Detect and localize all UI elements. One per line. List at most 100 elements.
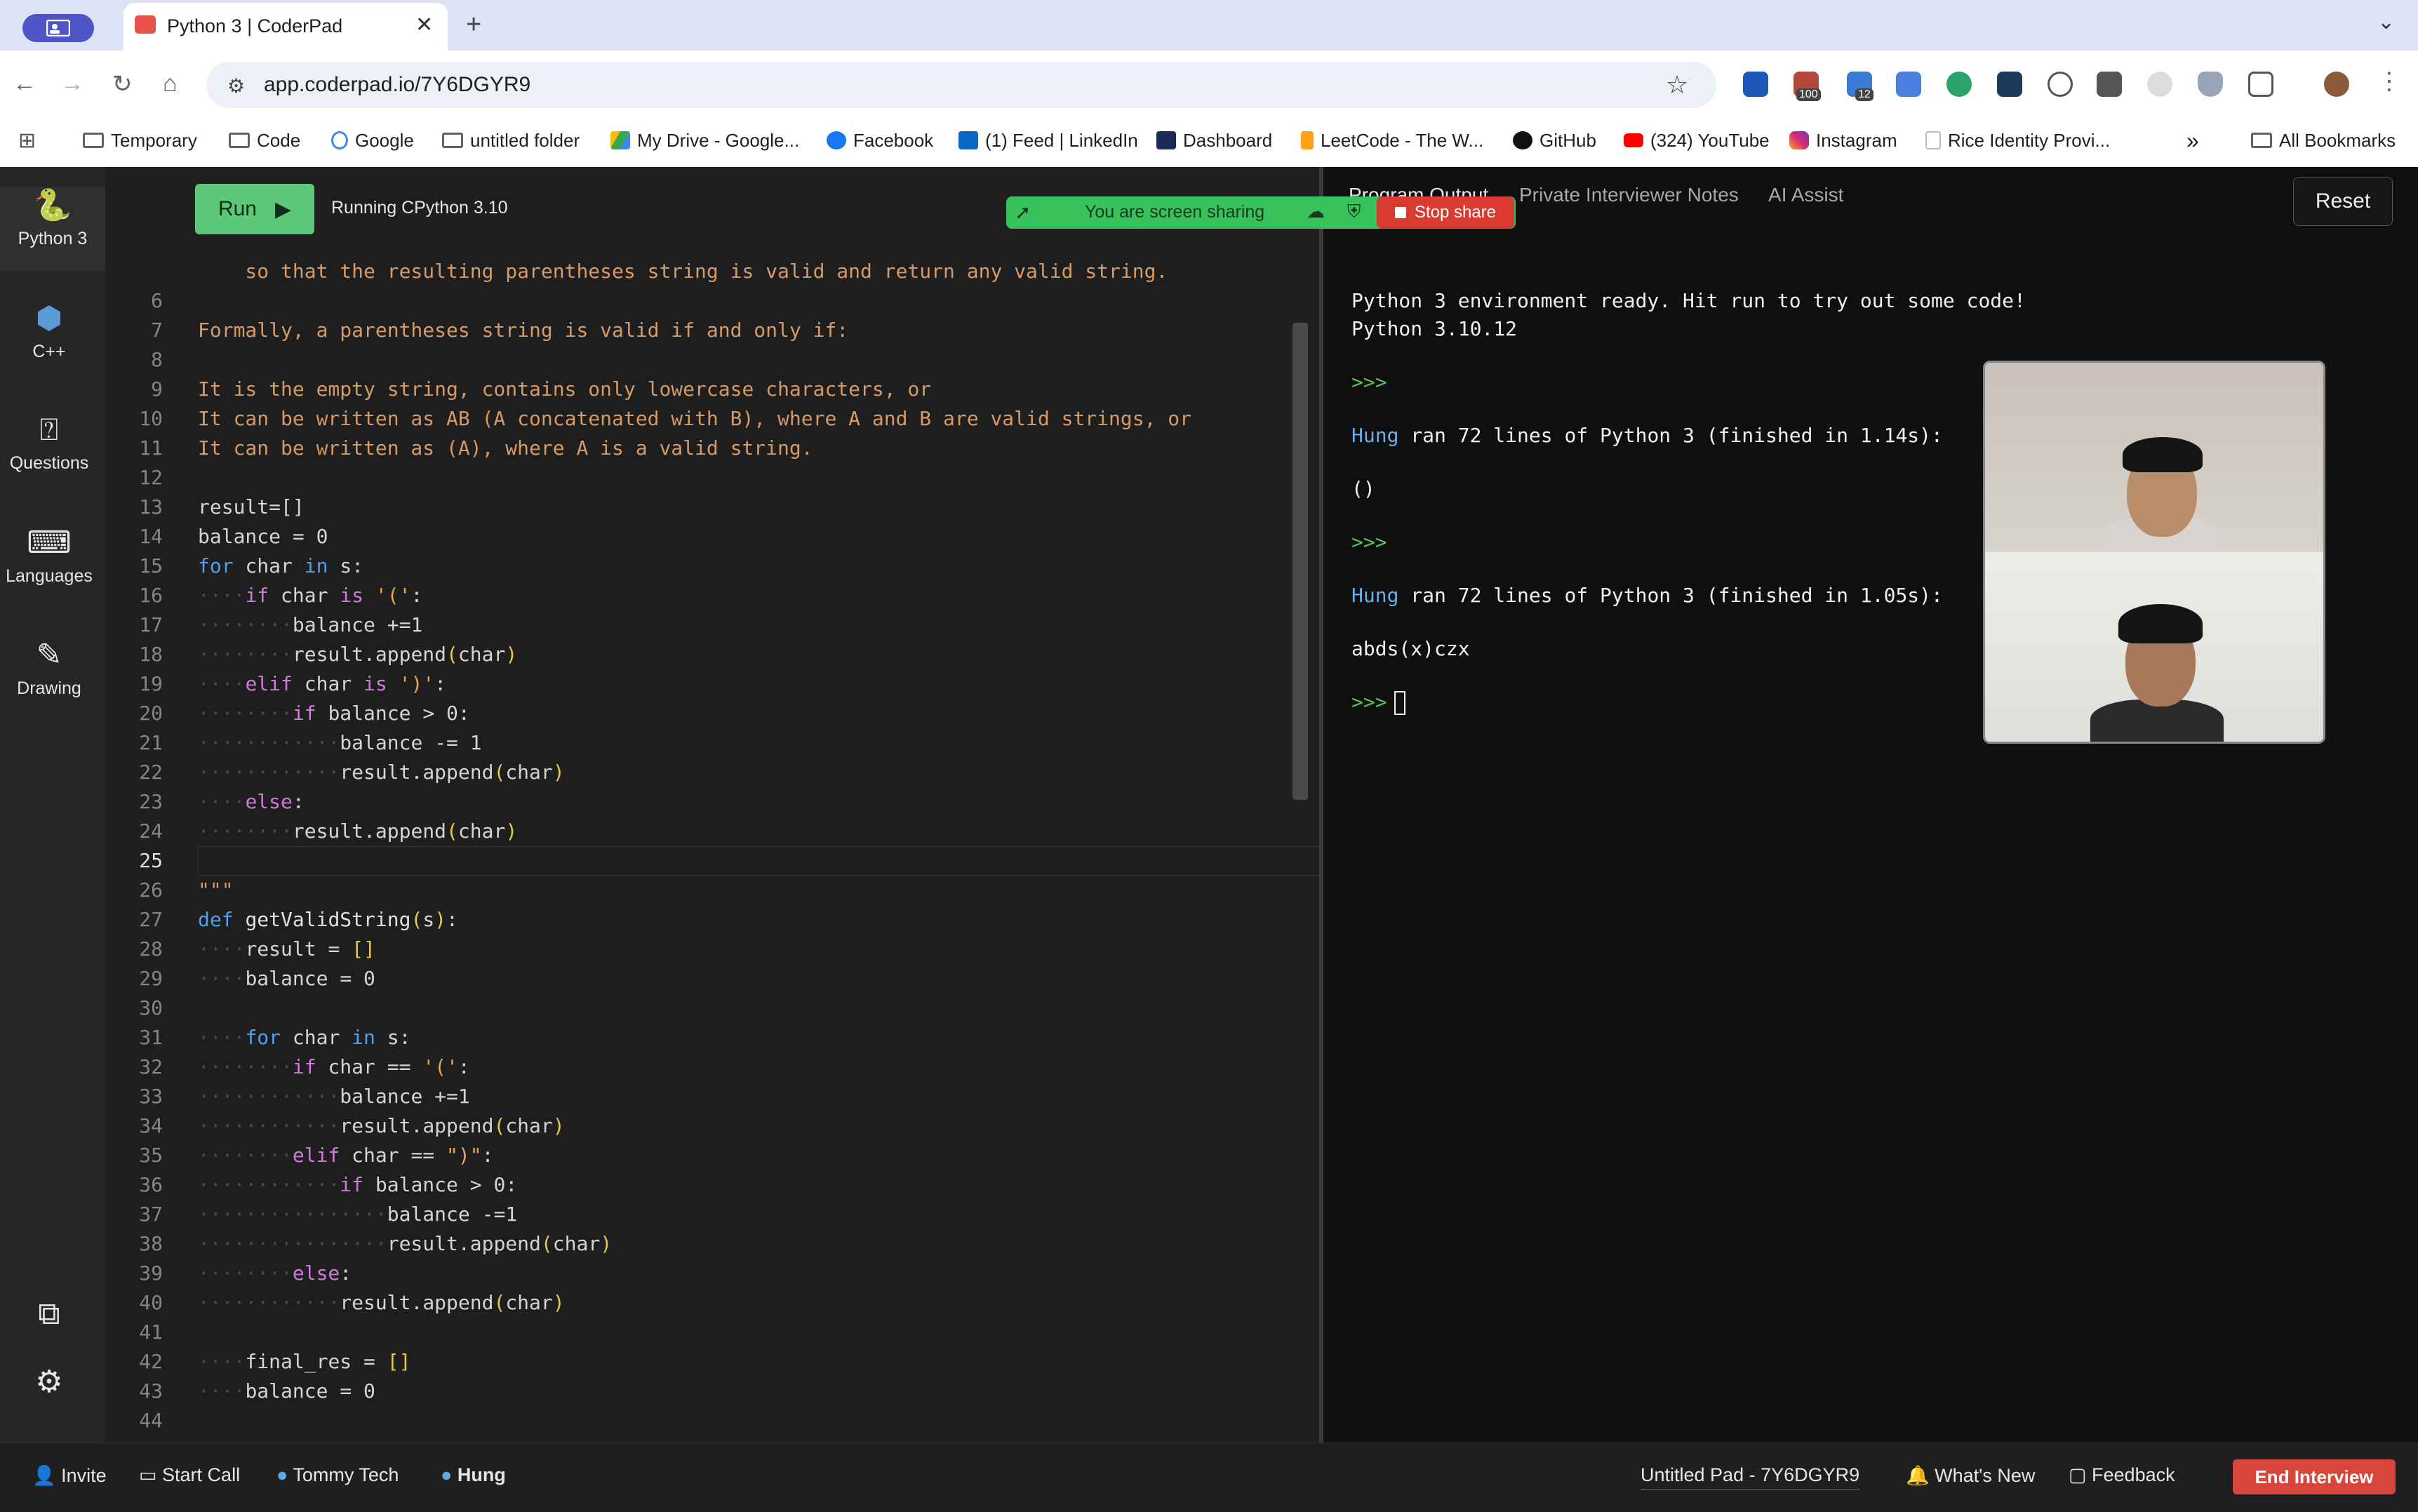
extensions-puzzle-icon[interactable] <box>2248 72 2273 97</box>
tab-close-icon[interactable]: ✕ <box>415 13 433 37</box>
extension-circle-icon[interactable] <box>2048 72 2073 97</box>
sidebar-item-python[interactable]: 🐍 Python 3 <box>0 187 105 271</box>
code-text: result=[] <box>198 495 305 519</box>
run-button[interactable]: Run ▶ <box>195 184 314 234</box>
reload-icon[interactable]: ↻ <box>112 70 133 98</box>
bookmark-code[interactable]: Code <box>229 128 300 153</box>
bookmark-dashboard[interactable]: Dashboard <box>1156 128 1272 153</box>
output-pane <box>1323 167 2418 1443</box>
grammarly-extension-icon[interactable] <box>1946 72 1972 97</box>
line-number: 31 <box>139 1026 163 1049</box>
repl-cursor[interactable] <box>1394 691 1405 715</box>
line-number: 39 <box>139 1262 163 1285</box>
repl-input-line[interactable]: >>> <box>1351 690 1405 715</box>
terminal-icon: ⌨ <box>27 526 72 560</box>
bookmark-google[interactable]: Google <box>331 128 414 153</box>
bookmark-leetcode[interactable]: LeetCode - The W... <box>1301 128 1483 153</box>
tab-ai-assist[interactable]: AI Assist <box>1768 184 1843 206</box>
bookmark-instagram[interactable]: Instagram <box>1789 128 1897 153</box>
bookmark-untitled-folder[interactable]: untitled folder <box>442 128 580 153</box>
end-interview-button[interactable]: End Interview <box>2233 1459 2396 1494</box>
code-text: ····elif char is ')': <box>198 672 447 695</box>
line-number: 22 <box>139 761 163 784</box>
stop-share-button[interactable]: Stop share <box>1377 196 1514 229</box>
code-text: It can be written as AB (A concatenated … <box>198 407 1192 430</box>
settings-gear-icon[interactable]: ⚙ <box>0 1364 98 1405</box>
tab-title: Python 3 | CoderPad <box>167 15 343 36</box>
page-icon <box>1925 131 1941 149</box>
new-tab-icon[interactable]: + <box>466 10 481 40</box>
site-info-icon[interactable]: ⚙ <box>227 74 245 98</box>
bookmarks-overflow-icon[interactable]: » <box>2186 128 2199 153</box>
sidebar-item-cpp[interactable]: ⬢ C++ <box>0 300 98 362</box>
runtime-status: Running CPython 3.10 <box>331 198 508 218</box>
line-number: 14 <box>139 525 163 548</box>
feedback-button[interactable]: ▢ Feedback <box>2069 1464 2175 1486</box>
output-run-line-2: Hung ran 72 lines of Python 3 (finished … <box>1351 584 1943 607</box>
bookmark-facebook[interactable]: Facebook <box>827 128 933 153</box>
browser-tab[interactable]: Python 3 | CoderPad ✕ <box>123 3 448 51</box>
code-text: """ <box>198 878 234 902</box>
line-number: 25 <box>139 849 163 872</box>
bookmark-youtube[interactable]: (324) YouTube <box>1624 128 1770 153</box>
output-run-line-1: Hung ran 72 lines of Python 3 (finished … <box>1351 424 1943 447</box>
bookmark-my-drive[interactable]: My Drive - Google... <box>610 128 799 153</box>
extension-owl-icon[interactable] <box>2147 72 2172 97</box>
tab-private-interviewer-notes[interactable]: Private Interviewer Notes <box>1519 184 1739 206</box>
apps-grid-icon[interactable]: ⊞ <box>18 128 36 153</box>
sidebar-item-languages[interactable]: ⌨ Languages <box>0 525 98 587</box>
line-number: 43 <box>139 1379 163 1403</box>
google-icon <box>331 131 348 149</box>
sidebar-item-questions[interactable]: ⍰ Questions <box>0 413 98 474</box>
editor-scrollbar[interactable] <box>1293 323 1308 800</box>
line-number: 23 <box>139 790 163 813</box>
whats-new-button[interactable]: 🔔 What's New <box>1906 1464 2035 1487</box>
sidebar-item-drawing[interactable]: ✎ Drawing <box>0 637 98 699</box>
reset-button[interactable]: Reset <box>2293 177 2393 226</box>
output-prompt: >>> <box>1351 370 1387 394</box>
extension-p-icon[interactable]: 12 <box>1847 72 1873 101</box>
extension-j-icon[interactable] <box>1743 72 1768 97</box>
extension-100-icon[interactable]: 100 <box>1794 72 1821 101</box>
instagram-icon <box>1789 131 1809 149</box>
back-icon[interactable]: ← <box>13 70 36 98</box>
url-text[interactable]: app.coderpad.io/7Y6DGYR9 <box>264 73 530 97</box>
pen-icon: ✎ <box>36 638 62 672</box>
extension-grid-icon[interactable] <box>1997 72 2022 97</box>
code-text: ····result = [] <box>198 937 375 961</box>
line-number: 13 <box>139 495 163 519</box>
chat-bubble-icon: ▢ <box>2069 1464 2087 1485</box>
invite-button[interactable]: 👤 Invite <box>32 1464 107 1487</box>
translate-extension-icon[interactable] <box>1896 72 1921 97</box>
line-number: 24 <box>139 819 163 843</box>
video-call-panel[interactable] <box>1983 361 2325 744</box>
all-bookmarks[interactable]: All Bookmarks <box>2251 128 2396 153</box>
browser-menu-icon[interactable]: ⋮ <box>2377 67 2401 95</box>
tab-search-chevron-icon[interactable]: ⌄ <box>2377 10 2395 34</box>
bookmark-star-icon[interactable]: ☆ <box>1666 70 1688 100</box>
line-number: 12 <box>139 466 163 489</box>
code-text: ····for char in s: <box>198 1026 411 1049</box>
extension-shield-icon[interactable] <box>2198 72 2223 97</box>
presence-dot-icon: ● <box>441 1464 453 1485</box>
forward-icon[interactable]: → <box>60 70 84 98</box>
line-number: 40 <box>139 1291 163 1314</box>
pad-name[interactable]: Untitled Pad - 7Y6DGYR9 <box>1641 1464 1860 1490</box>
code-text: for char in s: <box>198 554 364 577</box>
folder-icon <box>83 133 104 148</box>
address-bar[interactable]: ⚙ app.coderpad.io/7Y6DGYR9 ☆ <box>206 62 1716 108</box>
home-icon[interactable]: ⌂ <box>163 70 178 98</box>
code-text: ············if balance > 0: <box>198 1173 518 1196</box>
bookmark-rice-identity[interactable]: Rice Identity Provi... <box>1925 128 2110 153</box>
line-number: 30 <box>139 996 163 1019</box>
bookmark-temporary[interactable]: Temporary <box>83 128 197 153</box>
avatar[interactable] <box>2324 72 2349 97</box>
bookmark-linkedin[interactable]: (1) Feed | LinkedIn <box>958 128 1138 153</box>
profile-button[interactable] <box>22 14 94 42</box>
line-number: 34 <box>139 1114 163 1137</box>
extension-f-icon[interactable] <box>2097 72 2122 97</box>
start-call-button[interactable]: ▭ Start Call <box>139 1464 240 1486</box>
copy-icon[interactable]: ⧉ <box>0 1297 98 1337</box>
bookmark-github[interactable]: GitHub <box>1513 128 1596 153</box>
presence-dot-icon: ● <box>276 1464 288 1485</box>
